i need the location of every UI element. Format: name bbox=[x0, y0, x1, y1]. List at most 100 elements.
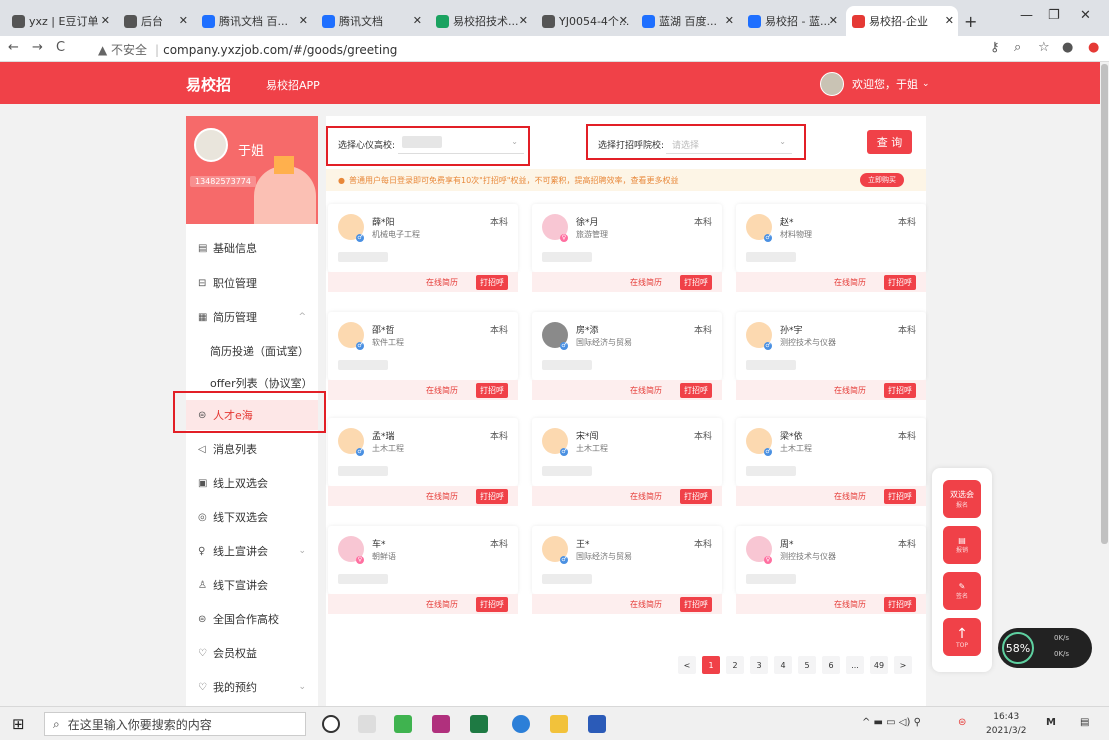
page-button[interactable]: 3 bbox=[750, 656, 768, 674]
candidate-card[interactable]: ♂ 邵*哲 软件工程 本科 在线简历 打招呼 bbox=[328, 312, 518, 400]
back-to-top-button[interactable]: ↑ TOP bbox=[943, 618, 981, 656]
online-resume-link[interactable]: 在线简历 bbox=[426, 385, 458, 396]
browser-tab[interactable]: yxz | E豆订单 ✕ bbox=[6, 6, 114, 36]
sidebar-item[interactable]: ⊟ 职位管理 bbox=[186, 268, 318, 298]
expense-button[interactable]: ▤ 报销 bbox=[943, 526, 981, 564]
notification-icon[interactable]: ▤ bbox=[1080, 717, 1089, 728]
browser-tab[interactable]: 易校招技术... ✕ bbox=[430, 6, 532, 36]
browser-tab[interactable]: 蓝湖 百度... ✕ bbox=[636, 6, 738, 36]
key-icon[interactable]: ⚷ bbox=[990, 40, 1000, 55]
close-tab-icon[interactable]: ✕ bbox=[519, 14, 528, 27]
browser-tab[interactable]: 易校招 - 蓝... ✕ bbox=[742, 6, 842, 36]
browser-tab[interactable]: 后台 ✕ bbox=[118, 6, 192, 36]
sidebar-item[interactable]: ▤ 基础信息 bbox=[186, 233, 318, 263]
greet-button[interactable]: 打招呼 bbox=[680, 275, 712, 290]
tray-app-icon[interactable]: ⊜ bbox=[958, 717, 966, 728]
online-resume-link[interactable]: 在线简历 bbox=[426, 599, 458, 610]
online-resume-link[interactable]: 在线简历 bbox=[834, 385, 866, 396]
browser-tab[interactable]: YJ0054-4个... ✕ bbox=[536, 6, 632, 36]
excel-icon[interactable] bbox=[470, 715, 488, 733]
browser-tab[interactable]: 腾讯文档 ✕ bbox=[316, 6, 426, 36]
site-logo[interactable]: 易校招 bbox=[186, 74, 231, 95]
greet-button[interactable]: 打招呼 bbox=[680, 383, 712, 398]
close-tab-icon[interactable]: ✕ bbox=[413, 14, 422, 27]
sidebar-item[interactable]: ♀ 线上宣讲会 ⌄ bbox=[186, 536, 318, 566]
online-resume-link[interactable]: 在线简历 bbox=[834, 277, 866, 288]
profile-icon[interactable]: ● bbox=[1062, 40, 1073, 55]
windows-start-icon[interactable]: ⊞ bbox=[12, 715, 25, 733]
online-resume-link[interactable]: 在线简历 bbox=[630, 385, 662, 396]
candidate-card[interactable]: ♀ 车* 朝鲜语 本科 在线简历 打招呼 bbox=[328, 526, 518, 614]
app-link[interactable]: 易校招APP bbox=[266, 77, 320, 93]
online-resume-link[interactable]: 在线简历 bbox=[834, 599, 866, 610]
sidebar-item[interactable]: ◁ 消息列表 bbox=[186, 434, 318, 464]
taskbar-search[interactable]: ⌕ 在这里输入你要搜索的内容 bbox=[44, 712, 306, 736]
greet-button[interactable]: 打招呼 bbox=[884, 275, 916, 290]
greet-button[interactable]: 打招呼 bbox=[476, 383, 508, 398]
network-speed-widget[interactable]: 58% 0K/s 0K/s bbox=[998, 628, 1092, 668]
sidebar-item[interactable]: 简历投递（面试室） bbox=[186, 336, 318, 366]
fair-signup-button[interactable]: 双选会 报名 bbox=[943, 480, 981, 518]
candidate-card[interactable]: ♂ 宋*闯 土木工程 本科 在线简历 打招呼 bbox=[532, 418, 722, 506]
greet-button[interactable]: 打招呼 bbox=[476, 489, 508, 504]
axure-icon[interactable] bbox=[432, 715, 450, 733]
candidate-card[interactable]: ♂ 梁*依 土木工程 本科 在线简历 打招呼 bbox=[736, 418, 926, 506]
page-button[interactable]: 2 bbox=[726, 656, 744, 674]
candidate-card[interactable]: ♂ 王* 国际经济与贸易 本科 在线简历 打招呼 bbox=[532, 526, 722, 614]
sidebar-item[interactable]: ♡ 我的预约 ⌄ bbox=[186, 672, 318, 702]
input-method-icon[interactable]: M bbox=[1046, 717, 1056, 728]
restore-icon[interactable]: ❐ bbox=[1048, 8, 1060, 23]
close-tab-icon[interactable]: ✕ bbox=[725, 14, 734, 27]
buy-now-button[interactable]: 立即购买 bbox=[860, 173, 904, 187]
user-menu[interactable]: 欢迎您，于姐 ⌄ bbox=[820, 72, 930, 96]
candidate-card[interactable]: ♂ 房*添 国际经济与贸易 本科 在线简历 打招呼 bbox=[532, 312, 722, 400]
online-resume-link[interactable]: 在线简历 bbox=[630, 599, 662, 610]
query-button[interactable]: 查 询 bbox=[867, 130, 912, 154]
online-resume-link[interactable]: 在线简历 bbox=[426, 491, 458, 502]
sidebar-item[interactable]: ♙ 线下宣讲会 bbox=[186, 570, 318, 600]
sidebar-item[interactable]: ◎ 线下双选会 bbox=[186, 502, 318, 532]
sidebar-item[interactable]: ▣ 线上双选会 bbox=[186, 468, 318, 498]
close-tab-icon[interactable]: ✕ bbox=[299, 14, 308, 27]
wechat-icon[interactable] bbox=[394, 715, 412, 733]
candidate-card[interactable]: ♂ 孙*宇 测控技术与仪器 本科 在线简历 打招呼 bbox=[736, 312, 926, 400]
page-button[interactable]: 49 bbox=[870, 656, 888, 674]
greet-button[interactable]: 打招呼 bbox=[476, 275, 508, 290]
reload-icon[interactable]: C bbox=[56, 40, 65, 55]
browser-tab[interactable]: 易校招-企业 ✕ bbox=[846, 6, 958, 36]
new-tab-button[interactable]: + bbox=[958, 6, 983, 36]
greet-button[interactable]: 打招呼 bbox=[884, 489, 916, 504]
close-tab-icon[interactable]: ✕ bbox=[945, 14, 954, 27]
greet-button[interactable]: 打招呼 bbox=[680, 489, 712, 504]
close-tab-icon[interactable]: ✕ bbox=[619, 14, 628, 27]
task-view-icon[interactable] bbox=[358, 715, 376, 733]
browser-tab[interactable]: 腾讯文档 百... ✕ bbox=[196, 6, 312, 36]
online-resume-link[interactable]: 在线简历 bbox=[630, 277, 662, 288]
cortana-icon[interactable] bbox=[322, 715, 340, 733]
minimize-icon[interactable]: — bbox=[1020, 8, 1033, 23]
tray-icons[interactable]: ^ ▬ ▭ ◁) ⚲ bbox=[862, 717, 921, 728]
candidate-card[interactable]: ♀ 周* 测控技术与仪器 本科 在线简历 打招呼 bbox=[736, 526, 926, 614]
candidate-card[interactable]: ♂ 赵* 材料物理 本科 在线简历 打招呼 bbox=[736, 204, 926, 292]
page-scrollbar[interactable] bbox=[1100, 62, 1109, 706]
online-resume-link[interactable]: 在线简历 bbox=[630, 491, 662, 502]
greet-button[interactable]: 打招呼 bbox=[884, 383, 916, 398]
greet-button[interactable]: 打招呼 bbox=[680, 597, 712, 612]
close-tab-icon[interactable]: ✕ bbox=[829, 14, 838, 27]
chrome-icon[interactable] bbox=[512, 715, 530, 733]
candidate-card[interactable]: ♂ 孟*瑞 土木工程 本科 在线简历 打招呼 bbox=[328, 418, 518, 506]
online-resume-link[interactable]: 在线简历 bbox=[834, 491, 866, 502]
close-window-icon[interactable]: ✕ bbox=[1080, 8, 1091, 23]
prev-page-button[interactable]: < bbox=[678, 656, 696, 674]
url-field[interactable]: ▲ 不安全 | company.yxzjob.com/#/goods/greetin… bbox=[98, 41, 397, 58]
candidate-card[interactable]: ♂ 薛*阳 机械电子工程 本科 在线简历 打招呼 bbox=[328, 204, 518, 292]
word-icon[interactable] bbox=[588, 715, 606, 733]
next-page-button[interactable]: > bbox=[894, 656, 912, 674]
greet-button[interactable]: 打招呼 bbox=[884, 597, 916, 612]
extension-icon[interactable]: ● bbox=[1088, 40, 1099, 55]
zoom-icon[interactable]: ⌕ bbox=[1014, 40, 1021, 55]
close-tab-icon[interactable]: ✕ bbox=[101, 14, 110, 27]
back-icon[interactable]: ← bbox=[8, 40, 19, 55]
system-clock[interactable]: 16:43 2021/3/2 bbox=[986, 710, 1026, 738]
page-button[interactable]: 1 bbox=[702, 656, 720, 674]
